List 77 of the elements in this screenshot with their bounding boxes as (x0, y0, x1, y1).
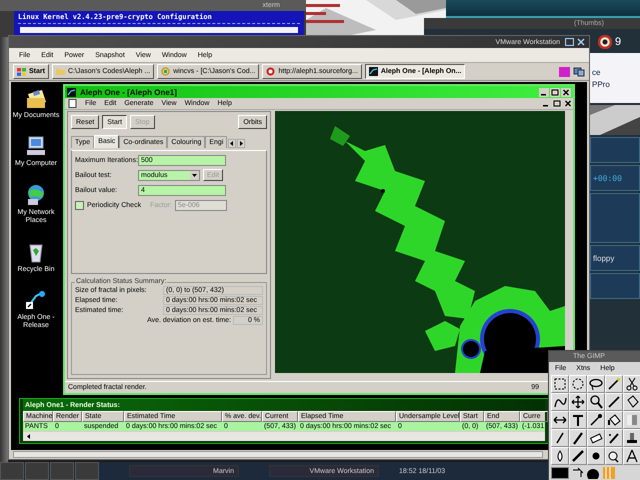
desktop-pager-cell[interactable] (0, 462, 24, 480)
tool-button[interactable] (551, 447, 569, 465)
left-arrow-icon (25, 433, 33, 440)
pen-icon (606, 394, 622, 410)
dock-panel (590, 193, 640, 243)
tool-button[interactable] (569, 411, 587, 429)
tool-button[interactable] (605, 429, 623, 447)
gradient-icon (624, 412, 640, 428)
tool-button[interactable] (605, 375, 623, 393)
list-item[interactable]: ce (592, 68, 640, 76)
right-arrow-icon (237, 139, 246, 148)
caret-icon (190, 170, 199, 180)
scrollbar[interactable] (13, 451, 543, 458)
pattern-icon (603, 467, 615, 479)
tool-button[interactable] (623, 393, 640, 411)
folder-icon (56, 67, 65, 76)
tool-button[interactable] (587, 447, 605, 465)
dock-panel (590, 137, 640, 163)
app-icon (368, 67, 378, 76)
tool-button[interactable] (569, 375, 587, 393)
network-icon (573, 66, 585, 76)
maximize-icon (565, 38, 574, 46)
left-arrow-icon (228, 139, 236, 148)
tool-button[interactable] (587, 393, 605, 411)
ink-icon (570, 448, 586, 464)
window-title: Aleph One - [Aleph One1] (80, 88, 178, 96)
ellipse-select-icon (570, 376, 586, 392)
dock-panel (590, 273, 640, 299)
text-tool-icon (570, 412, 586, 428)
tool-button[interactable] (551, 375, 569, 393)
fill-icon (606, 412, 622, 428)
tool-button[interactable] (623, 447, 640, 465)
brush-icon (570, 430, 586, 446)
stamp-icon (624, 430, 640, 446)
tool-button[interactable] (551, 411, 569, 429)
square-icon (559, 66, 570, 76)
document-icon (68, 99, 77, 108)
tool-button[interactable] (605, 393, 623, 411)
scrollbar[interactable] (23, 432, 545, 441)
compass-icon (624, 448, 640, 464)
tool-button[interactable] (587, 375, 605, 393)
tool-button[interactable] (587, 411, 605, 429)
tool-button[interactable] (551, 429, 569, 447)
swap-arrow-icon (571, 467, 583, 479)
tool-button[interactable] (605, 411, 623, 429)
rect-select-icon (552, 376, 568, 392)
app-icon (67, 88, 76, 96)
counter-text: 9 (615, 36, 622, 48)
lifebuoy-icon (598, 35, 612, 49)
tool-button[interactable] (623, 429, 640, 447)
tool-button[interactable] (551, 393, 569, 411)
move-icon (570, 394, 586, 410)
lasso-icon (588, 376, 604, 392)
tool-button[interactable] (587, 429, 605, 447)
browser-icon (266, 67, 276, 76)
close-icon (577, 38, 585, 46)
tool-button[interactable] (569, 393, 587, 411)
tool-button[interactable] (569, 447, 587, 465)
desktop-pager-cell[interactable] (25, 462, 49, 480)
clock-text: +00:00 (593, 174, 622, 182)
close-icon (563, 99, 573, 108)
tool-button[interactable] (605, 447, 623, 465)
device-label: floppy (593, 254, 614, 262)
windows-logo-icon (17, 68, 26, 76)
tool-button[interactable] (623, 375, 640, 393)
tool-button[interactable] (569, 429, 587, 447)
scissors-icon (624, 376, 640, 392)
eyedropper-icon (588, 412, 604, 428)
brush-shape-icon (585, 467, 601, 479)
desktop-pager-cell[interactable] (75, 462, 99, 480)
list-item[interactable]: PPro (592, 80, 640, 88)
cvs-icon (161, 67, 170, 76)
magnifier-icon (588, 394, 604, 410)
wand-icon (606, 376, 622, 392)
checkbox[interactable] (75, 200, 84, 210)
color-swatch[interactable] (551, 467, 569, 479)
desktop-pager-cell[interactable] (50, 462, 74, 480)
